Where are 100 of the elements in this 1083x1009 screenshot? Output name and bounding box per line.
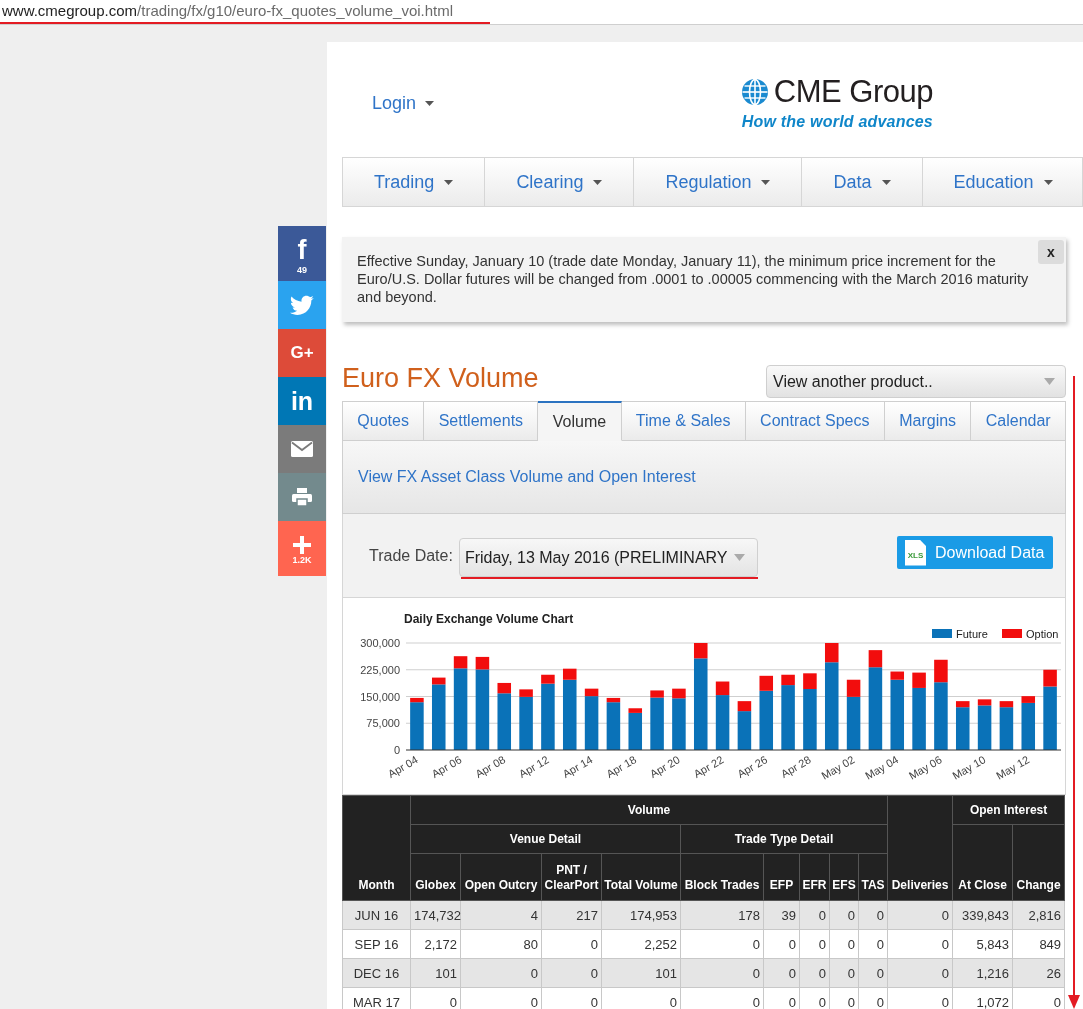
table-cell: 178 [680, 900, 764, 930]
url-text[interactable]: www.cmegroup.com/trading/fx/g10/euro-fx_quotes_volume_voi.html [2, 2, 454, 19]
share-button[interactable]: f 49 [278, 226, 326, 281]
table-header-cell: Block Trades [680, 853, 764, 901]
envelope-icon [291, 441, 313, 457]
chart-title: Daily Exchange Volume Chart [404, 612, 574, 626]
table-header-cell: Deliveries [887, 795, 953, 901]
notice-text: Effective Sunday, January 10 (trade date Monday, January 11), the minimum price increment for the Euro/U.S. Dollar futures will be changed from .0001 to .00005 commencing with the March 2016 maturity and beyond. [357, 252, 1030, 306]
table-cell: 4 [460, 900, 542, 930]
table-cell: 0 [680, 929, 764, 959]
axis-label: Apr 14 [560, 753, 595, 780]
axis-label: Apr 20 [647, 753, 682, 780]
nav-menu-item[interactable]: Education [922, 158, 1083, 206]
table-header-cell: PNT / ClearPort [541, 853, 602, 901]
table-header-cell: Trade Type Detail [680, 824, 888, 854]
table-cell: 2,252 [601, 929, 681, 959]
caret-icon [761, 179, 771, 185]
axis-label: Apr 08 [473, 753, 508, 780]
table-header-cell: Volume [410, 795, 888, 825]
caret-icon [425, 100, 435, 106]
table-header-cell: Total Volume [601, 853, 681, 901]
axis-label: May 06 [906, 753, 944, 782]
globe-icon [741, 79, 768, 105]
tab[interactable]: Margins [884, 401, 972, 441]
caret-icon [1043, 179, 1053, 185]
table-cell: 0 [887, 900, 953, 930]
tab[interactable]: Time & Sales [621, 401, 746, 441]
axis-label: May 12 [994, 753, 1032, 782]
axis-label: Apr 18 [604, 753, 639, 780]
logo-text: CME Group [773, 76, 933, 108]
axis-label: May 10 [950, 753, 988, 782]
share-button[interactable]: G+ [278, 329, 326, 377]
tab[interactable]: Volume [538, 401, 622, 441]
tab[interactable]: Quotes [342, 401, 425, 441]
table-cell: 5,843 [952, 929, 1013, 959]
table-header-cell: Globex [410, 853, 461, 901]
table-cell: 0 [541, 929, 602, 959]
table-cell: 0 [541, 958, 602, 988]
bird-icon [290, 295, 314, 315]
table-header-cell: Venue Detail [410, 824, 681, 854]
table-cell: DEC 16 [342, 958, 411, 988]
table-cell: SEP 16 [342, 929, 411, 959]
legend-label: Option [1026, 627, 1059, 640]
axis-label: Apr 06 [429, 753, 464, 780]
nav-menu-item[interactable]: Data [802, 158, 923, 206]
nav-menu-item[interactable]: Clearing [485, 158, 635, 206]
table-cell: 1,216 [952, 958, 1013, 988]
table-cell: 101 [601, 958, 681, 988]
table-cell: 0 [887, 958, 953, 988]
table-header-cell: Change [1012, 824, 1065, 901]
share-button[interactable]: 1.2K [278, 521, 326, 576]
tab[interactable]: Settlements [424, 401, 539, 441]
trade-date-dropdown[interactable]: Friday, 13 May 2016 (PRELIMINARY [458, 538, 758, 577]
axis-label: 225,000 [360, 663, 400, 676]
share-button[interactable] [278, 281, 326, 329]
axis-label: Apr 26 [735, 753, 770, 780]
product-dropdown[interactable]: View another product.. [766, 365, 1066, 398]
nav-menu-item[interactable]: Regulation [634, 158, 803, 206]
tagline: How the world advances [741, 113, 933, 131]
download-button[interactable]: XLS Download Data [897, 536, 1053, 569]
caret-icon [881, 179, 891, 185]
axis-label: Apr 04 [385, 753, 420, 780]
table-header-cell: Open Interest [952, 795, 1065, 825]
axis-label: Apr 22 [691, 753, 726, 780]
printer-icon [292, 488, 312, 506]
table-cell: 0 [460, 958, 542, 988]
axis-label: Apr 12 [516, 753, 551, 780]
caret-icon [1044, 378, 1055, 385]
table-cell: 217 [541, 900, 602, 930]
table-cell: 339,843 [952, 900, 1013, 930]
email-button[interactable] [278, 425, 326, 473]
asset-volume-link[interactable]: View FX Asset Class Volume and Open Interest [358, 468, 696, 486]
table-header-cell: EFP [763, 853, 800, 901]
axis-label: May 04 [863, 753, 901, 782]
trade-date-label: Trade Date: [369, 546, 453, 566]
table-cell: 80 [460, 929, 542, 959]
table-cell: JUN 16 [342, 900, 411, 930]
table-cell: 0 [887, 929, 953, 959]
tab[interactable]: Contract Specs [745, 401, 885, 441]
axis-label: 300,000 [360, 637, 400, 649]
caret-icon [733, 554, 745, 561]
axis-label: 75,000 [366, 717, 400, 730]
table-cell: 174,953 [601, 900, 681, 930]
spreadsheet-file-icon: XLS [905, 539, 926, 566]
caret-icon [444, 179, 454, 185]
print-button[interactable] [278, 473, 326, 521]
table-header-cell: Month [342, 795, 411, 901]
axis-label: 0 [393, 744, 400, 756]
page-title: Euro FX Volume [342, 362, 539, 394]
axis-label: May 02 [819, 753, 857, 782]
nav-menu-item[interactable]: Trading [343, 158, 486, 206]
tab[interactable]: Calendar [971, 401, 1067, 441]
axis-label: 150,000 [360, 690, 400, 703]
table-cell: MAR 17 [342, 987, 411, 1009]
login-menu[interactable]: Login [372, 92, 435, 114]
axis-label: Apr 28 [778, 753, 813, 780]
table-cell: 0 [680, 958, 764, 988]
plus-icon [293, 535, 311, 554]
close-button[interactable]: x [1038, 240, 1064, 264]
share-button[interactable]: in [278, 377, 326, 425]
